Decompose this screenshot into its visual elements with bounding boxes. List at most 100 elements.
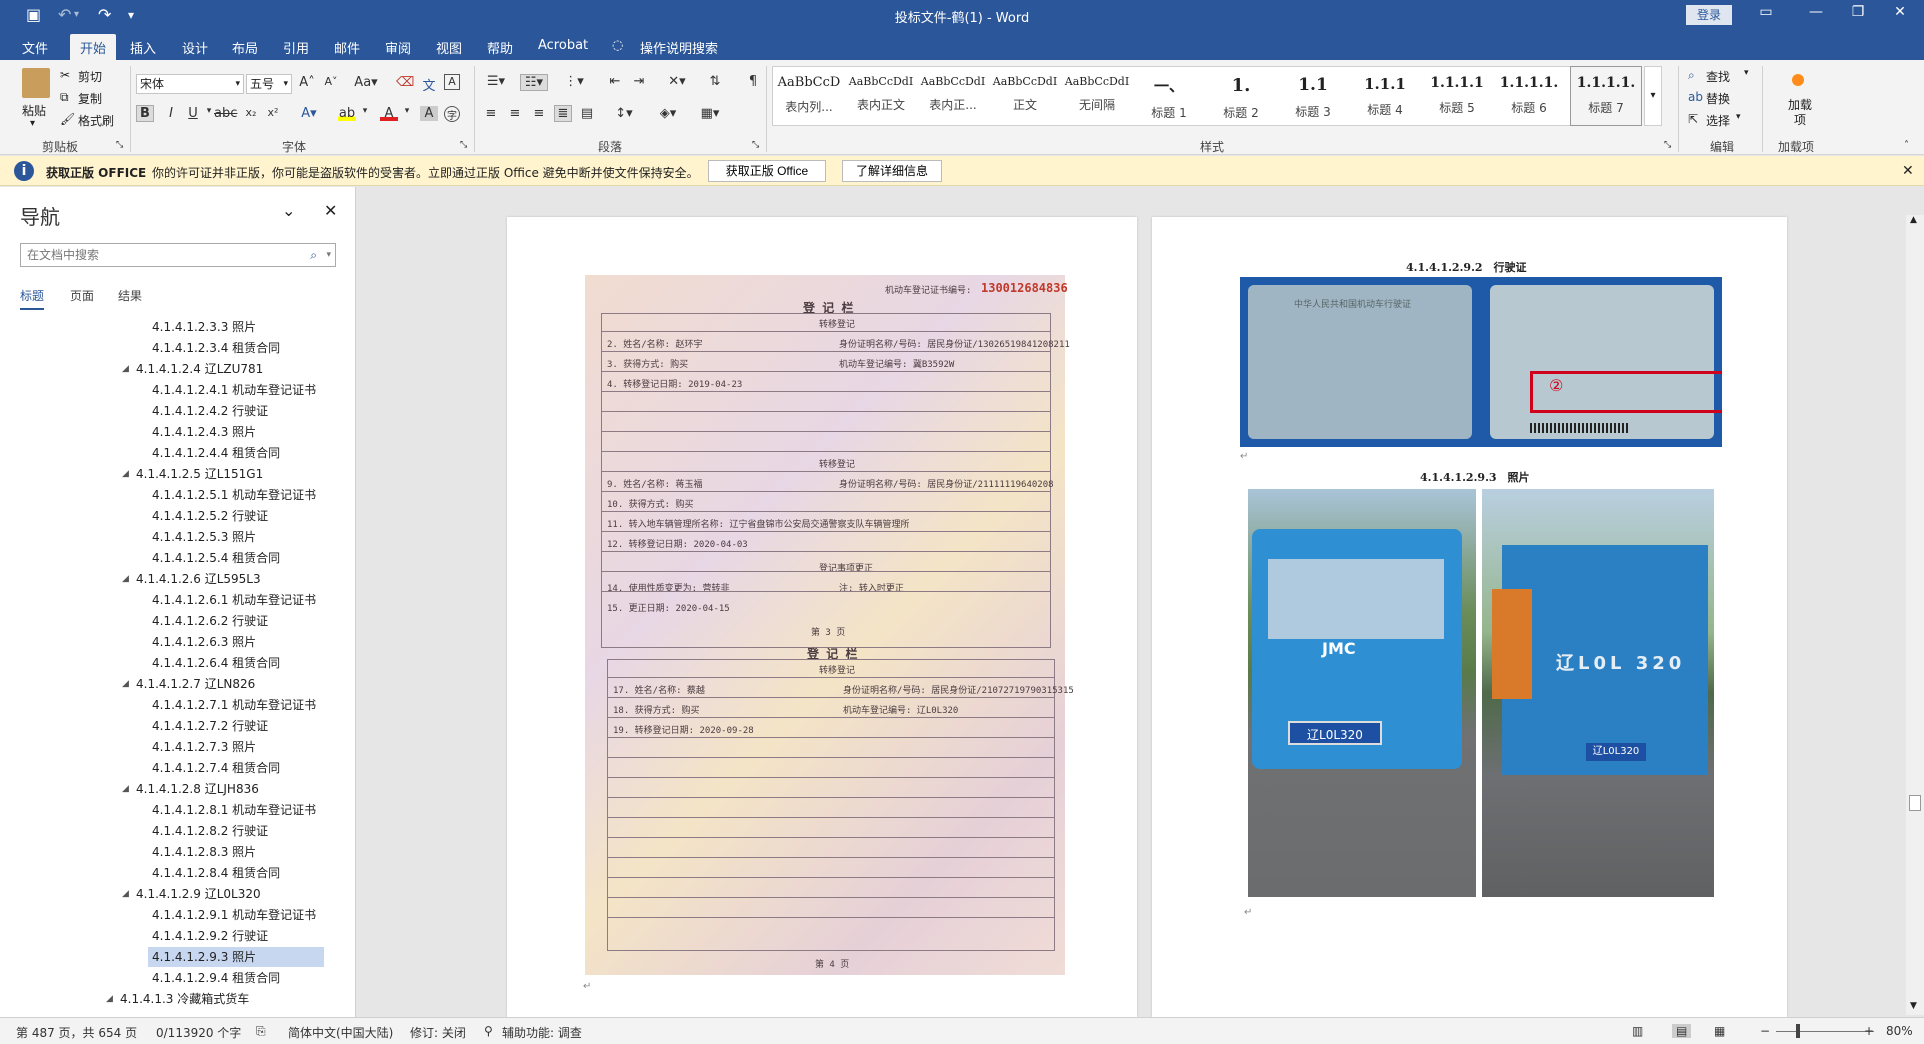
collapse-triangle-icon[interactable]: ◢ <box>122 674 129 694</box>
addins-icon[interactable] <box>1792 74 1804 86</box>
nav-heading-item[interactable]: 4.1.4.1.2.7.4 租赁合同 <box>148 758 324 778</box>
undo-dropdown-icon[interactable]: ▾ <box>74 9 79 20</box>
nav-heading-group[interactable]: ◢ 4.1.4.1.2.8 辽LJH836 <box>0 779 320 799</box>
font-launcher-icon[interactable]: ⤡ <box>460 140 467 150</box>
distributed-icon[interactable]: ▤ <box>578 106 596 121</box>
zoom-level[interactable]: 80% <box>1886 1024 1913 1038</box>
scroll-down-icon[interactable]: ▼ <box>1910 1001 1917 1011</box>
justify-icon[interactable]: ≣ <box>554 105 572 122</box>
search-dropdown-icon[interactable]: ▾ <box>326 244 331 266</box>
styles-launcher-icon[interactable]: ⤡ <box>1664 140 1671 150</box>
cut-button[interactable]: 剪切 <box>78 68 102 85</box>
nav-heading-item[interactable]: 4.1.4.1.2.7.1 机动车登记证书 <box>148 695 324 715</box>
nav-heading-group[interactable]: ◢ 4.1.4.1.2.7 辽LN826 <box>0 674 320 694</box>
style-item[interactable]: AaBbCcDdI 正文 <box>989 67 1061 125</box>
style-item[interactable]: 1.1.1.1. 标题 6 <box>1493 67 1565 125</box>
nav-heading-item[interactable]: 4.1.4.1.2.4.3 照片 <box>148 422 324 442</box>
character-border-icon[interactable]: A <box>444 74 460 90</box>
font-size-combo[interactable]: 五号 ▾ <box>246 74 292 94</box>
redo-icon[interactable]: ↷ <box>98 5 111 24</box>
nav-heading-item[interactable]: 4.1.4.1.2.9.3 照片 <box>148 947 324 967</box>
nav-close-icon[interactable]: ✕ <box>324 201 337 220</box>
strikethrough-icon[interactable]: abc <box>214 106 237 121</box>
addins-button[interactable]: 加载项 <box>1788 98 1812 128</box>
clipboard-launcher-icon[interactable]: ⤡ <box>116 140 123 150</box>
vertical-scrollbar[interactable]: ▲ ▼ <box>1906 215 1924 1015</box>
tab-references[interactable]: 引用 <box>283 38 309 57</box>
nav-heading-item[interactable]: 4.1.4.1.2.5.2 行驶证 <box>148 506 324 526</box>
phonetic-guide-icon[interactable]: 文 <box>420 75 438 94</box>
nav-heading-item[interactable]: 4.1.4.1.2.8.3 照片 <box>148 842 324 862</box>
search-icon[interactable]: ⌕ <box>310 244 317 266</box>
login-button[interactable]: 登录 <box>1686 5 1732 25</box>
find-icon[interactable]: ⌕ <box>1688 68 1695 83</box>
increase-indent-icon[interactable]: ⇥ <box>630 74 648 89</box>
collapse-triangle-icon[interactable]: ◢ <box>122 884 129 904</box>
undo-icon[interactable]: ↶ <box>58 5 71 24</box>
nav-heading-item[interactable]: 4.1.4.1.2.9.1 机动车登记证书 <box>148 905 324 925</box>
nav-tab-pages[interactable]: 页面 <box>70 287 94 304</box>
paragraph-launcher-icon[interactable]: ⤡ <box>752 140 759 150</box>
style-item[interactable]: AaBbCcDdI 无间隔 <box>1061 67 1133 125</box>
customize-toolbar-icon[interactable]: ▾ <box>128 8 134 22</box>
tab-review[interactable]: 审阅 <box>385 38 411 57</box>
multilevel-list-icon[interactable]: ⋮▾ <box>560 74 588 89</box>
style-item[interactable]: AaBbCcD 表内列... <box>773 67 845 125</box>
get-genuine-button[interactable]: 获取正版 Office <box>708 160 826 182</box>
select-dropdown-icon[interactable]: ▾ <box>1736 112 1741 122</box>
nav-heading-item[interactable]: 4.1.4.1.2.8.1 机动车登记证书 <box>148 800 324 820</box>
replace-icon[interactable]: ab <box>1688 90 1703 104</box>
nav-heading-item[interactable]: 4.1.4.1.2.4.2 行驶证 <box>148 401 324 421</box>
track-changes[interactable]: 修订: 关闭 <box>410 1024 466 1041</box>
tab-home[interactable]: 开始 <box>70 34 117 63</box>
select-button[interactable]: 选择 <box>1706 112 1730 129</box>
chinese-layout-icon[interactable]: ✕▾ <box>662 74 692 89</box>
accessibility-icon[interactable]: ⚲ <box>484 1024 493 1038</box>
replace-button[interactable]: 替换 <box>1706 90 1730 107</box>
paste-icon[interactable] <box>22 68 50 98</box>
style-item[interactable]: AaBbCcDdI 表内正文 <box>845 67 917 125</box>
word-count[interactable]: 0/113920 个字 <box>156 1024 241 1041</box>
scroll-thumb[interactable] <box>1909 795 1921 811</box>
font-color-dropdown-icon[interactable]: ▾ <box>398 106 416 116</box>
shrink-font-icon[interactable]: A˅ <box>322 75 340 88</box>
subscript-icon[interactable]: x₂ <box>242 106 260 119</box>
enclose-characters-icon[interactable]: 字 <box>444 106 460 122</box>
align-left-icon[interactable]: ≡ <box>482 106 500 121</box>
style-item[interactable]: 一、 标题 1 <box>1133 67 1205 125</box>
align-right-icon[interactable]: ≡ <box>530 106 548 121</box>
nav-heading-item[interactable]: 4.1.4.1.2.9.4 租赁合同 <box>148 968 324 988</box>
nav-heading-item[interactable]: 4.1.4.1.2.5.4 租赁合同 <box>148 548 324 568</box>
document-page-right[interactable]: 4.1.4.1.2.9.2 行驶证 中华人民共和国机动车行驶证 ② ↵ 4.1.… <box>1152 217 1787 1017</box>
nav-heading-item[interactable]: 4.1.4.1.2.4.1 机动车登记证书 <box>148 380 324 400</box>
grow-font-icon[interactable]: A˄ <box>298 75 316 90</box>
paste-dropdown-icon[interactable]: ▾ <box>30 118 35 129</box>
tell-me-search[interactable]: 操作说明搜索 <box>640 38 718 57</box>
tab-help[interactable]: 帮助 <box>487 38 513 57</box>
clear-formatting-icon[interactable]: ⌫ <box>396 75 414 90</box>
collapse-triangle-icon[interactable]: ◢ <box>122 464 129 484</box>
copy-button[interactable]: 复制 <box>78 90 102 107</box>
nav-heading-item[interactable]: 4.1.4.1.2.8.2 行驶证 <box>148 821 324 841</box>
collapse-triangle-icon[interactable]: ◢ <box>106 989 113 1007</box>
tab-insert[interactable]: 插入 <box>130 38 156 57</box>
find-dropdown-icon[interactable]: ▾ <box>1744 68 1749 78</box>
tab-design[interactable]: 设计 <box>182 38 208 57</box>
close-infobar-icon[interactable]: ✕ <box>1902 163 1914 179</box>
restore-icon[interactable]: ❐ <box>1848 4 1868 24</box>
nav-heading-item[interactable]: 4.1.4.1.2.3.3 照片 <box>148 317 324 337</box>
format-painter-icon[interactable]: 🖌 <box>60 112 75 126</box>
font-name-dropdown-icon[interactable]: ▾ <box>235 75 240 93</box>
collapse-triangle-icon[interactable]: ◢ <box>122 569 129 589</box>
bold-icon[interactable]: B <box>136 105 154 122</box>
nav-options-icon[interactable]: ⌄ <box>282 201 295 220</box>
style-item[interactable]: 1. 标题 2 <box>1205 67 1277 125</box>
nav-heading-item[interactable]: 4.1.4.1.2.6.4 租赁合同 <box>148 653 324 673</box>
nav-heading-item[interactable]: 4.1.4.1.2.6.3 照片 <box>148 632 324 652</box>
web-layout-icon[interactable]: ▦ <box>1714 1024 1725 1038</box>
sort-icon[interactable]: ⇅ <box>706 74 724 89</box>
collapse-triangle-icon[interactable]: ◢ <box>122 779 129 799</box>
nav-heading-item[interactable]: 4.1.4.1.2.3.4 租赁合同 <box>148 338 324 358</box>
borders-icon[interactable]: ▦▾ <box>696 106 724 121</box>
style-item[interactable]: 1.1.1 标题 4 <box>1349 67 1421 125</box>
